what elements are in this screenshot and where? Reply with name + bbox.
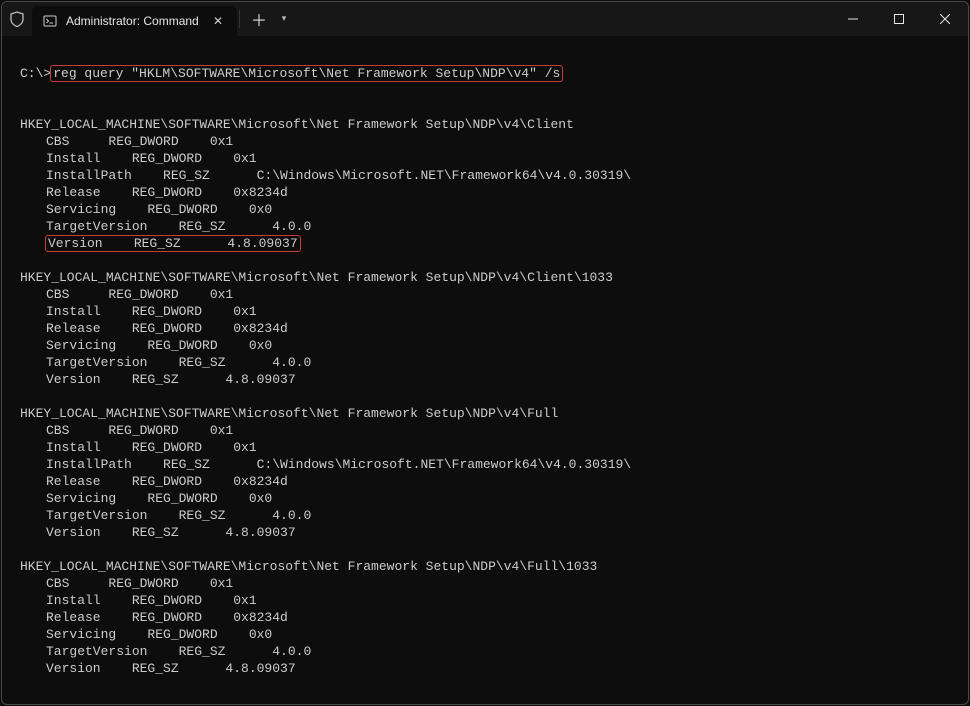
registry-value-row: TargetVersion REG_SZ 4.0.0: [20, 643, 968, 660]
tab-divider: [239, 10, 240, 28]
registry-value-row: Install REG_DWORD 0x1: [20, 150, 968, 167]
chevron-down-icon[interactable]: ▾: [276, 2, 292, 36]
shield-icon: [2, 2, 32, 36]
minimize-button[interactable]: [830, 2, 876, 36]
registry-value-row: Servicing REG_DWORD 0x0: [20, 201, 968, 218]
registry-value-row: Install REG_DWORD 0x1: [20, 592, 968, 609]
tab-close-button[interactable]: ✕: [207, 10, 229, 32]
registry-value-row: TargetVersion REG_SZ 4.0.0: [20, 354, 968, 371]
window-controls: [830, 2, 968, 36]
registry-value-row: Version REG_SZ 4.8.09037: [20, 660, 968, 677]
registry-value-row: Version REG_SZ 4.8.09037: [20, 524, 968, 541]
registry-value-row: Release REG_DWORD 0x8234d: [20, 609, 968, 626]
command-text: reg query "HKLM\SOFTWARE\Microsoft\Net F…: [51, 66, 562, 81]
window-frame: Administrator: Command Prompt ✕ ＋ ▾ C:\>…: [1, 1, 969, 705]
registry-value-row: Install REG_DWORD 0x1: [20, 439, 968, 456]
registry-value-row: InstallPath REG_SZ C:\Windows\Microsoft.…: [20, 456, 968, 473]
new-tab-button[interactable]: ＋: [242, 2, 276, 36]
terminal-output[interactable]: C:\>reg query "HKLM\SOFTWARE\Microsoft\N…: [2, 36, 968, 677]
registry-value-row: Install REG_DWORD 0x1: [20, 303, 968, 320]
title-bar: Administrator: Command Prompt ✕ ＋ ▾: [2, 2, 968, 36]
maximize-button[interactable]: [876, 2, 922, 36]
registry-value-row: Servicing REG_DWORD 0x0: [20, 337, 968, 354]
title-drag-region[interactable]: [292, 2, 830, 36]
registry-value-row: CBS REG_DWORD 0x1: [20, 133, 968, 150]
registry-value-row: CBS REG_DWORD 0x1: [20, 575, 968, 592]
registry-value-row: Servicing REG_DWORD 0x0: [20, 626, 968, 643]
registry-key-path: HKEY_LOCAL_MACHINE\SOFTWARE\Microsoft\Ne…: [20, 558, 968, 575]
registry-value-row: TargetVersion REG_SZ 4.0.0: [20, 218, 968, 235]
registry-value-row: Servicing REG_DWORD 0x0: [20, 490, 968, 507]
registry-key-path: HKEY_LOCAL_MACHINE\SOFTWARE\Microsoft\Ne…: [20, 116, 968, 133]
registry-value-row: TargetVersion REG_SZ 4.0.0: [20, 507, 968, 524]
terminal-tab[interactable]: Administrator: Command Prompt ✕: [32, 6, 237, 36]
prompt-prefix: C:\>: [20, 66, 51, 81]
registry-value-row: InstallPath REG_SZ C:\Windows\Microsoft.…: [20, 167, 968, 184]
registry-value-row: Release REG_DWORD 0x8234d: [20, 320, 968, 337]
tab-title: Administrator: Command Prompt: [66, 14, 201, 28]
close-button[interactable]: [922, 2, 968, 36]
registry-value-row: Release REG_DWORD 0x8234d: [20, 473, 968, 490]
prompt-line: C:\>reg query "HKLM\SOFTWARE\Microsoft\N…: [20, 65, 968, 82]
registry-key-path: HKEY_LOCAL_MACHINE\SOFTWARE\Microsoft\Ne…: [20, 269, 968, 286]
registry-key-path: HKEY_LOCAL_MACHINE\SOFTWARE\Microsoft\Ne…: [20, 405, 968, 422]
cmd-icon: [42, 13, 58, 29]
highlighted-value: Version REG_SZ 4.8.09037: [46, 236, 300, 251]
registry-value-row: Version REG_SZ 4.8.09037: [20, 235, 968, 252]
registry-value-row: CBS REG_DWORD 0x1: [20, 422, 968, 439]
registry-value-row: Release REG_DWORD 0x8234d: [20, 184, 968, 201]
registry-value-row: CBS REG_DWORD 0x1: [20, 286, 968, 303]
registry-value-row: Version REG_SZ 4.8.09037: [20, 371, 968, 388]
